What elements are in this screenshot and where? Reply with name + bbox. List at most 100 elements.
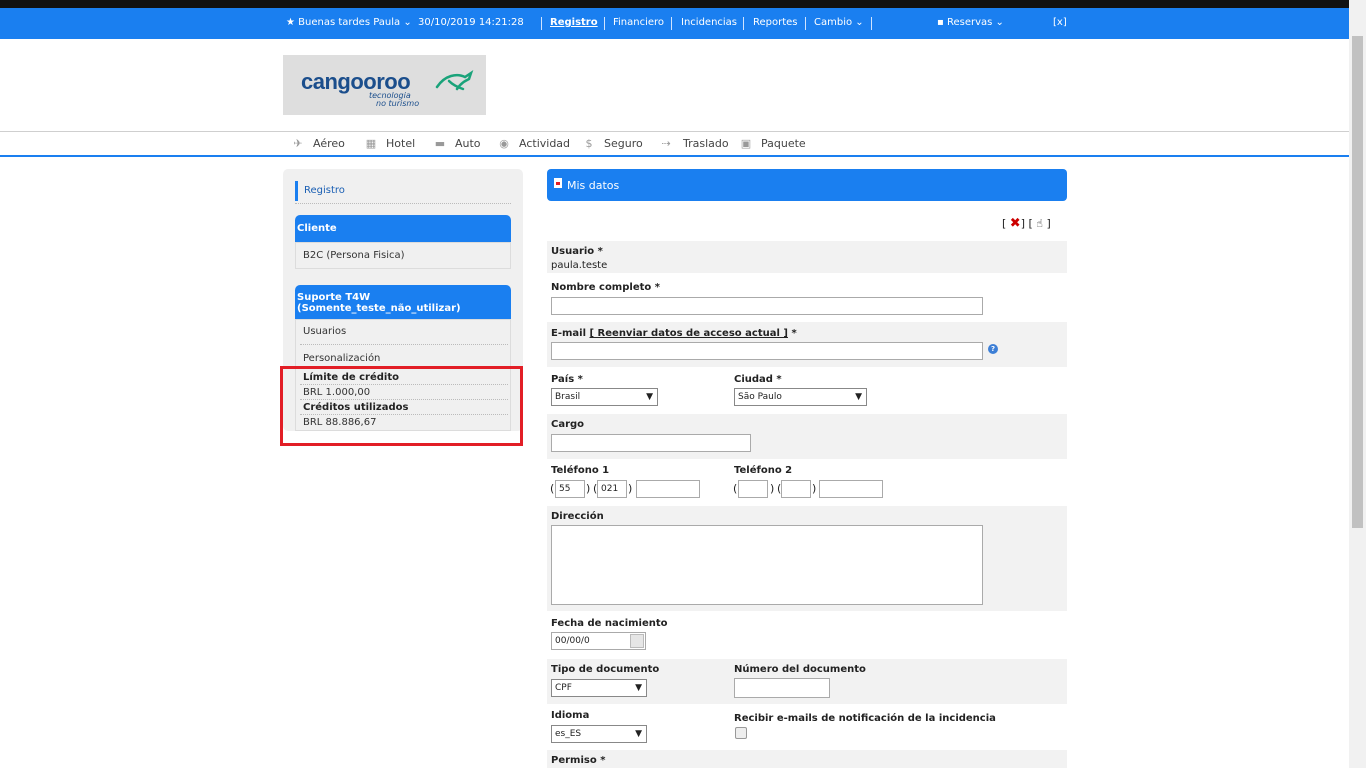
nav-registro[interactable]: Registro xyxy=(550,8,598,37)
bracket: [ xyxy=(1002,217,1007,230)
plane-icon: ✈ xyxy=(293,136,303,150)
sidebar-item-usuarios[interactable]: Usuarios xyxy=(303,326,346,337)
divider xyxy=(300,344,508,345)
email-required: * xyxy=(791,328,797,339)
close-icon[interactable]: ✖ xyxy=(1010,216,1021,231)
usuario-label: Usuario * xyxy=(551,246,603,257)
datetime: 30/10/2019 14:21:28 xyxy=(418,17,524,28)
divider xyxy=(604,17,605,30)
cargo-label: Cargo xyxy=(551,419,585,430)
pais-label: País * xyxy=(551,374,583,385)
email-label-group: E-mail [ Reenviar datos de acceso actual… xyxy=(551,328,797,339)
mis-datos-title: Mis datos xyxy=(567,179,620,192)
product-nav-label: Aéreo xyxy=(313,136,345,150)
form-toolbar: [ ✖] [ ☝ ] xyxy=(1002,216,1051,231)
nav-incidencias[interactable]: Incidencias xyxy=(681,8,737,37)
email-input[interactable] xyxy=(551,342,983,360)
briefcase-icon: ▣ xyxy=(740,136,752,150)
telefono2-area-input[interactable] xyxy=(781,480,811,498)
document-icon xyxy=(554,178,562,188)
telefono2-country-input[interactable] xyxy=(738,480,768,498)
soporte-title-line1: Suporte T4W xyxy=(297,292,371,303)
fecha-input[interactable]: 00/00/0 xyxy=(551,632,646,650)
nombre-input[interactable] xyxy=(551,297,983,315)
logo-tagline-2: no turismo xyxy=(376,99,420,108)
tipo-documento-select[interactable]: CPF ▼ xyxy=(551,679,647,697)
dollar-icon: $ xyxy=(585,136,593,150)
window-top-strip xyxy=(0,0,1349,8)
cargo-input[interactable] xyxy=(551,434,751,452)
telefono1-area-input[interactable]: 021 xyxy=(597,480,627,498)
hotel-icon: ▦ xyxy=(365,136,377,150)
nav-reportes[interactable]: Reportes xyxy=(753,8,798,37)
divider xyxy=(805,17,806,30)
product-nav-label: Actividad xyxy=(519,136,571,150)
product-nav-label: Paquete xyxy=(761,136,806,150)
calendar-icon[interactable] xyxy=(630,634,644,648)
pais-select[interactable]: Brasil ▼ xyxy=(551,388,658,406)
numero-documento-input[interactable] xyxy=(734,678,830,698)
fecha-value: 00/00/0 xyxy=(555,636,590,646)
mis-datos-header: Mis datos xyxy=(547,169,1067,201)
product-nav-paquete[interactable]: ▣ Paquete xyxy=(738,132,806,154)
camera-icon: ◉ xyxy=(499,136,509,150)
soporte-title-line2: (Somente_teste_não_utilizar) xyxy=(297,303,461,314)
scrollbar-thumb[interactable] xyxy=(1352,36,1363,528)
telefono1-number-input[interactable] xyxy=(636,480,700,498)
sidebar-item-personalizacion[interactable]: Personalización xyxy=(303,353,380,364)
dropdown-arrow-icon: ▼ xyxy=(646,392,653,402)
reservas-menu[interactable]: ▪ Reservas ⌄ xyxy=(937,8,1004,37)
idioma-label: Idioma xyxy=(551,710,590,721)
idioma-value: es_ES xyxy=(555,729,582,739)
product-nav-label: Auto xyxy=(455,136,481,150)
nav-cambio[interactable]: Cambio ⌄ xyxy=(814,8,864,37)
form-row-permiso xyxy=(547,750,1067,768)
help-icon[interactable]: ? xyxy=(988,344,998,354)
telefono1-country-input[interactable]: 55 xyxy=(555,480,585,498)
soporte-header: Suporte T4W (Somente_teste_não_utilizar) xyxy=(295,285,511,319)
tipo-documento-label: Tipo de documento xyxy=(551,664,660,675)
direccion-label: Dirección xyxy=(551,511,604,522)
recibir-emails-checkbox[interactable] xyxy=(735,727,747,739)
numero-documento-label: Número del documento xyxy=(734,664,866,675)
ciudad-select[interactable]: São Paulo ▼ xyxy=(734,388,867,406)
email-label: E-mail xyxy=(551,328,587,339)
bracket: ] [ xyxy=(1020,217,1033,230)
page-scrollbar[interactable] xyxy=(1349,0,1366,768)
sidebar-item-registro[interactable]: Registro xyxy=(295,181,345,201)
recibir-emails-label: Recibir e-mails de notificación de la in… xyxy=(734,713,996,724)
car-icon: ▬ xyxy=(434,136,446,150)
cangooroo-logo[interactable]: cangooroo tecnologia no turismo xyxy=(283,55,486,115)
dropdown-arrow-icon: ▼ xyxy=(635,683,642,693)
product-nav-traslado[interactable]: ⇢ Traslado xyxy=(656,132,728,154)
product-nav-seguro[interactable]: $ Seguro xyxy=(581,132,643,154)
nav-financiero[interactable]: Financiero xyxy=(613,8,664,37)
cliente-header: Cliente xyxy=(295,215,511,242)
paren: ( xyxy=(733,482,738,495)
nombre-label: Nombre completo * xyxy=(551,282,660,293)
paren: ( xyxy=(550,482,555,495)
nav-blue-line xyxy=(0,155,1349,157)
dropdown-arrow-icon: ▼ xyxy=(855,392,862,402)
highlight-box xyxy=(280,366,523,446)
close-button[interactable]: [x] xyxy=(1053,8,1067,37)
paren: ) xyxy=(770,482,775,495)
product-nav-auto[interactable]: ▬ Auto xyxy=(432,132,481,154)
permiso-label: Permiso * xyxy=(551,755,606,766)
product-nav-actividad[interactable]: ◉ Actividad xyxy=(496,132,570,154)
divider xyxy=(671,17,672,30)
hand-pointer-icon[interactable]: ☝ xyxy=(1036,217,1043,230)
product-nav-hotel[interactable]: ▦ Hotel xyxy=(363,132,415,154)
idioma-select[interactable]: es_ES ▼ xyxy=(551,725,647,743)
tipo-documento-value: CPF xyxy=(555,683,572,693)
fecha-label: Fecha de nacimiento xyxy=(551,618,668,629)
direccion-textarea[interactable] xyxy=(551,525,983,605)
divider xyxy=(295,203,511,204)
product-nav-aereo[interactable]: ✈ Aéreo xyxy=(290,132,345,154)
greeting-menu[interactable]: ★ Buenas tardes Paula ⌄ xyxy=(286,8,412,37)
reservas-label: Reservas ⌄ xyxy=(946,17,1004,28)
document-icon: ▪ xyxy=(937,17,947,28)
reenviar-link[interactable]: [ Reenviar datos de acceso actual ] xyxy=(590,328,788,339)
telefono2-number-input[interactable] xyxy=(819,480,883,498)
paren: ) xyxy=(812,482,817,495)
